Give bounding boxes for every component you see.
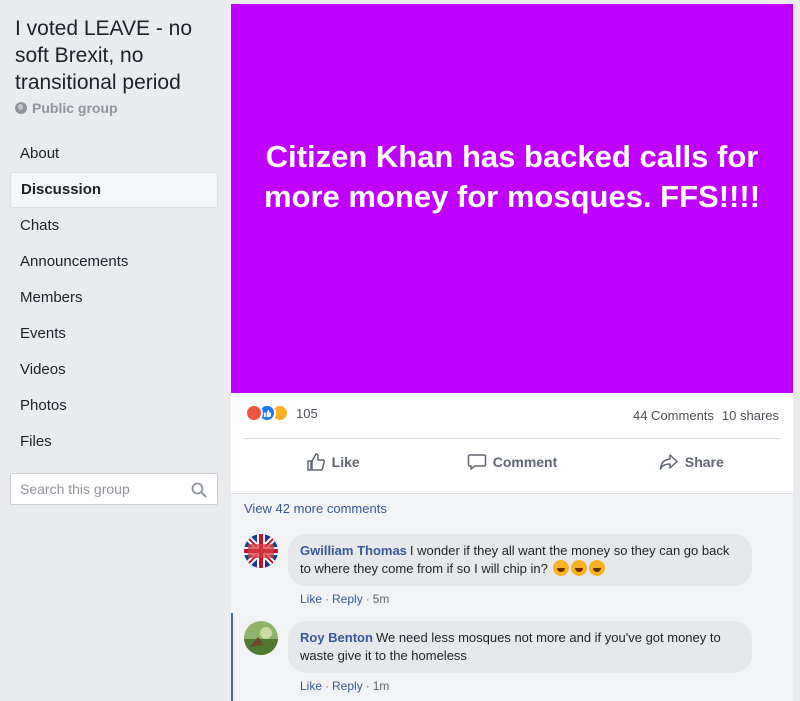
reactions-summary[interactable]: 105 bbox=[245, 404, 318, 422]
group-privacy-label: Public group bbox=[15, 100, 118, 116]
nav-item-discussion[interactable]: Discussion bbox=[10, 172, 218, 208]
rofl-emoji-icon bbox=[589, 560, 606, 576]
comments-count[interactable]: 44 Comments bbox=[633, 408, 714, 423]
avatar[interactable] bbox=[244, 534, 278, 568]
comment-reply-link[interactable]: Reply bbox=[332, 679, 363, 693]
group-sidebar: I voted LEAVE - no soft Brexit, no trans… bbox=[0, 0, 230, 701]
shares-count[interactable]: 10 shares bbox=[722, 408, 779, 423]
comment-item: Gwilliam Thomas I wonder if they all want… bbox=[244, 534, 784, 606]
group-nav: About Discussion Chats Announcements Mem… bbox=[10, 136, 218, 460]
like-label: Like bbox=[331, 454, 360, 470]
post-image[interactable]: Citizen Khan has backed calls for more m… bbox=[231, 4, 793, 393]
share-icon bbox=[659, 454, 678, 470]
view-more-comments-link[interactable]: View 42 more comments bbox=[244, 501, 387, 516]
active-comment-indicator bbox=[231, 613, 233, 701]
avatar[interactable] bbox=[244, 621, 278, 655]
comment-reply-link[interactable]: Reply bbox=[332, 592, 363, 606]
nav-item-files[interactable]: Files bbox=[10, 424, 218, 460]
post-image-text: Citizen Khan has backed calls for more m… bbox=[263, 139, 761, 214]
comment-author[interactable]: Gwilliam Thomas bbox=[300, 543, 407, 558]
comment-like-link[interactable]: Like bbox=[300, 679, 322, 693]
privacy-text: Public group bbox=[32, 100, 118, 116]
group-title[interactable]: I voted LEAVE - no soft Brexit, no trans… bbox=[15, 15, 225, 96]
globe-icon bbox=[15, 102, 27, 114]
comment-author[interactable]: Roy Benton bbox=[300, 630, 373, 645]
like-button[interactable]: Like bbox=[243, 444, 422, 480]
share-label: Share bbox=[684, 454, 724, 470]
comment-meta: Like · Reply · 1m bbox=[300, 679, 390, 693]
feed-post: Citizen Khan has backed calls for more m… bbox=[231, 4, 793, 701]
angry-reaction-icon bbox=[245, 404, 263, 422]
divider bbox=[243, 438, 781, 439]
nav-item-members[interactable]: Members bbox=[10, 280, 218, 316]
nav-item-videos[interactable]: Videos bbox=[10, 352, 218, 388]
comments-section: View 42 more comments Gwilliam Thomas I w… bbox=[231, 494, 793, 701]
group-search-input[interactable] bbox=[11, 475, 181, 503]
comment-item: Roy Benton We need less mosques not more … bbox=[244, 621, 784, 693]
nav-item-chats[interactable]: Chats bbox=[10, 208, 218, 244]
comment-time[interactable]: 1m bbox=[373, 679, 390, 693]
reaction-count[interactable]: 105 bbox=[296, 406, 318, 421]
rofl-emoji-icon bbox=[571, 560, 588, 576]
nav-item-announcements[interactable]: Announcements bbox=[10, 244, 218, 280]
nav-item-events[interactable]: Events bbox=[10, 316, 218, 352]
comment-icon bbox=[467, 454, 486, 470]
comment-bubble: Roy Benton We need less mosques not more … bbox=[288, 621, 752, 673]
thumbs-up-icon bbox=[306, 453, 325, 471]
comment-like-link[interactable]: Like bbox=[300, 592, 322, 606]
nav-item-about[interactable]: About bbox=[10, 136, 218, 172]
comment-time[interactable]: 5m bbox=[373, 592, 390, 606]
comment-label: Comment bbox=[492, 454, 558, 470]
post-counts: 44 Comments 10 shares bbox=[633, 408, 779, 423]
search-icon[interactable] bbox=[191, 482, 207, 498]
post-actions: Like Comment Share bbox=[243, 444, 781, 480]
share-button[interactable]: Share bbox=[602, 444, 781, 480]
comment-bubble: Gwilliam Thomas I wonder if they all want… bbox=[288, 534, 752, 586]
comment-meta: Like · Reply · 5m bbox=[300, 592, 390, 606]
nav-item-photos[interactable]: Photos bbox=[10, 388, 218, 424]
group-search bbox=[10, 473, 218, 505]
rofl-emoji-icon bbox=[553, 560, 570, 576]
comment-button[interactable]: Comment bbox=[422, 444, 601, 480]
